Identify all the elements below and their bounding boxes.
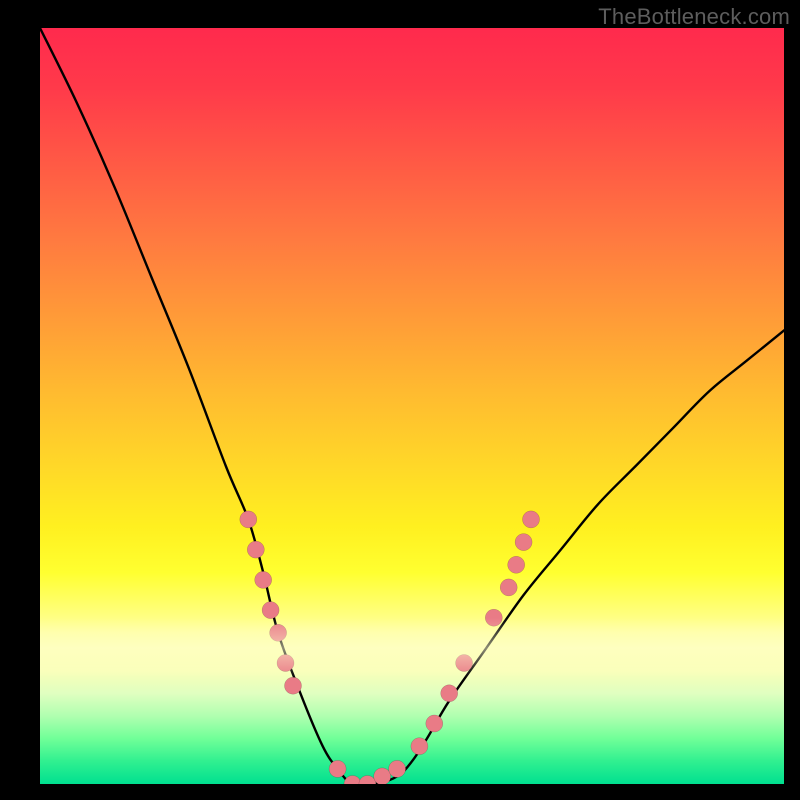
highlight-dots (240, 511, 540, 784)
bottleneck-curve (40, 28, 784, 784)
marker-dot (247, 541, 264, 558)
marker-dot (523, 511, 540, 528)
marker-dot (508, 556, 525, 573)
marker-dot (515, 534, 532, 551)
chart-frame: TheBottleneck.com (0, 0, 800, 800)
plot-area (40, 28, 784, 784)
marker-dot (277, 655, 294, 672)
marker-dot (285, 677, 302, 694)
marker-dot (441, 685, 458, 702)
marker-dot (329, 760, 346, 777)
marker-dot (485, 609, 502, 626)
marker-dot (270, 624, 287, 641)
marker-dot (255, 571, 272, 588)
marker-dot (426, 715, 443, 732)
marker-dot (240, 511, 257, 528)
marker-dot (456, 655, 473, 672)
watermark-text: TheBottleneck.com (598, 4, 790, 30)
marker-dot (411, 738, 428, 755)
marker-dot (262, 602, 279, 619)
bottleneck-curve-svg (40, 28, 784, 784)
marker-dot (359, 776, 376, 785)
marker-dot (389, 760, 406, 777)
marker-dot (344, 776, 361, 785)
marker-dot (374, 768, 391, 784)
marker-dot (500, 579, 517, 596)
